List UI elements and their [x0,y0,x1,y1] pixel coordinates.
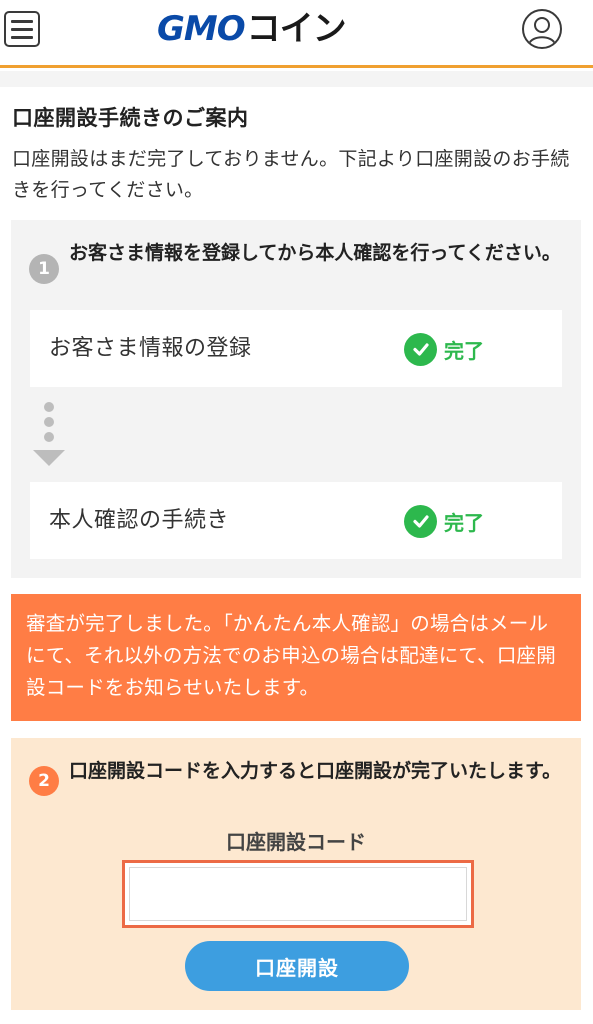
check-circle-icon [404,332,437,366]
logo-gmo-text: GMO [157,9,246,49]
logo-coin-text: コイン [246,9,347,49]
status-text: 完了 [444,510,484,535]
review-complete-notice: 審査が完了しました。「かんたん本人確認」の場合はメールにて、それ以外の方法でのお… [11,594,581,721]
menu-bar [11,19,33,23]
hamburger-menu-icon[interactable] [4,11,40,47]
intro-text: 口座開設はまだ完了しておりません。下記より口座開設のお手続きを行ってください。 [12,148,570,201]
user-account-icon[interactable] [522,9,562,49]
step2-number-badge: 2 [29,766,59,796]
menu-bar [11,35,33,39]
identity-verification-item: 本人確認の手続き 完了 [30,482,562,559]
flow-arrow-icon [33,400,65,470]
gmo-coin-logo[interactable]: GMO コイン [157,6,347,52]
header-sub-band [0,71,593,87]
app-header: GMO コイン [0,0,593,68]
status-badge: 完了 [404,503,484,539]
step1-heading: お客さま情報を登録してから本人確認を行ってください。 [69,242,561,264]
item-label: お客さま情報の登録 [49,336,252,361]
account-code-input-frame [122,860,474,928]
step1-section: 1 お客さま情報を登録してから本人確認を行ってください。 お客さま情報の登録 完… [11,220,581,578]
connector-dot [44,432,54,442]
item-label: 本人確認の手続き [49,508,230,533]
status-text: 完了 [444,338,484,363]
step2-heading: 口座開設コードを入力すると口座開設が完了いたします。 [69,760,562,782]
connector-arrow [33,450,65,466]
check-circle-icon [404,504,437,538]
connector-dot [44,417,54,427]
status-badge: 完了 [404,331,484,367]
connector-dot [44,402,54,412]
account-code-input[interactable] [129,867,467,921]
open-account-button[interactable]: 口座開設 [185,941,409,991]
account-code-label: 口座開設コード [226,830,366,854]
menu-bar [11,27,33,31]
step1-number-badge: 1 [29,254,59,284]
step2-section: 2 口座開設コードを入力すると口座開設が完了いたします。 口座開設コード 口座開… [11,738,581,1010]
customer-info-registration-item: お客さま情報の登録 完了 [30,310,562,387]
page-title: 口座開設手続きのご案内 [12,106,249,130]
